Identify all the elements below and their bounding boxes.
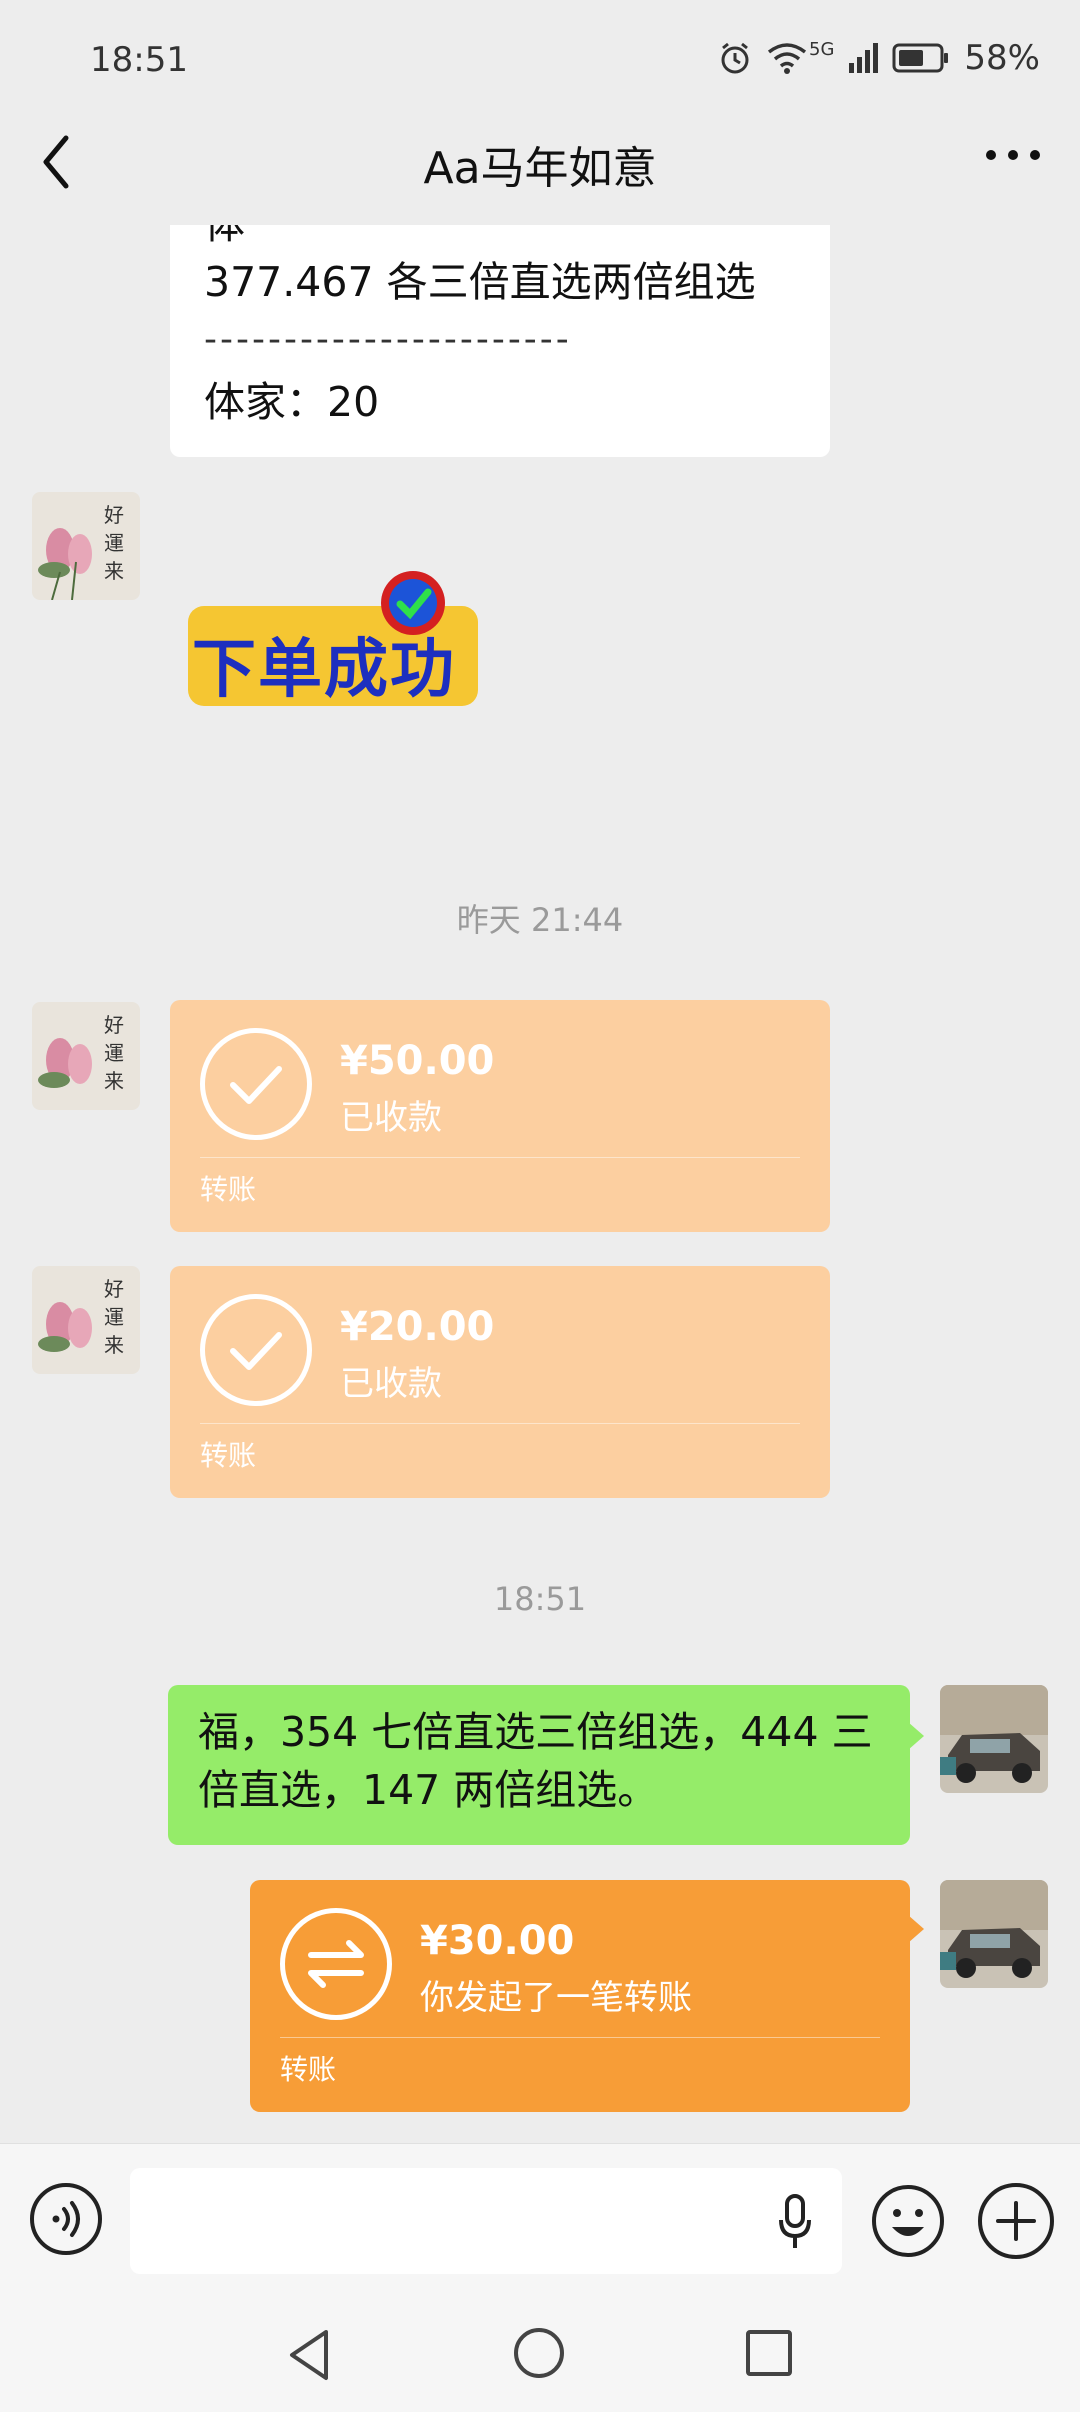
signal-icon: [849, 43, 879, 73]
transfer-card-received[interactable]: ¥20.00 已收款 转账: [170, 1266, 830, 1498]
status-time: 18:51: [90, 40, 188, 80]
mic-icon[interactable]: [778, 2194, 812, 2250]
bubble-tail: [908, 1722, 924, 1750]
check-circle-icon: [200, 1294, 312, 1406]
svg-text:運: 運: [104, 531, 124, 555]
transfer-amount: ¥30.00: [420, 1918, 575, 1964]
plus-icon[interactable]: [978, 2183, 1054, 2259]
transfer-label: 转账: [200, 1173, 257, 1206]
nav-home-icon[interactable]: [514, 2328, 564, 2378]
my-avatar[interactable]: [940, 1685, 1048, 1793]
message-line: 377.467 各三倍直选两倍组选: [204, 258, 756, 306]
nav-recent-icon[interactable]: [746, 2330, 792, 2376]
svg-text:好: 好: [104, 503, 124, 527]
transfer-amount: ¥20.00: [340, 1304, 495, 1350]
contact-avatar[interactable]: 好 運 来: [32, 1002, 140, 1110]
timestamp: 昨天 21:44: [456, 901, 624, 939]
message-line: 体家：20: [204, 378, 380, 426]
message-input[interactable]: [130, 2168, 842, 2274]
transfer-label: 转账: [280, 2053, 337, 2086]
emoji-icon[interactable]: [870, 2183, 946, 2259]
voice-icon[interactable]: [30, 2183, 102, 2255]
timestamp: 18:51: [493, 1580, 587, 1618]
order-success-sticker[interactable]: 下单成功: [186, 568, 486, 708]
transfer-amount: ¥50.00: [340, 1038, 495, 1084]
svg-text:来: 来: [104, 1333, 124, 1357]
sent-text-bubble[interactable]: 福，354 七倍直选三倍组选，444 三倍直选，147 两倍组选。: [168, 1685, 910, 1845]
transfer-arrows-icon: [280, 1908, 392, 2020]
check-circle-icon: [200, 1028, 312, 1140]
text-message-bubble[interactable]: 体 377.467 各三倍直选两倍组选 --------------------…: [170, 225, 830, 457]
my-avatar[interactable]: [940, 1880, 1048, 1988]
status-icons: 5G 58%: [717, 38, 1040, 78]
nav-back-icon[interactable]: [284, 2328, 334, 2382]
svg-text:来: 来: [104, 559, 124, 583]
divider: [200, 1157, 800, 1158]
transfer-card-sent[interactable]: ¥30.00 你发起了一笔转账 转账: [250, 1880, 910, 2112]
bubble-tail: [908, 1915, 924, 1943]
chat-title: Aa马年如意: [423, 143, 657, 194]
svg-text:運: 運: [104, 1305, 124, 1329]
battery-level: 58%: [964, 38, 1040, 78]
check-badge-icon: [381, 571, 445, 635]
more-dots-icon[interactable]: [986, 150, 1040, 160]
divider: [280, 2037, 880, 2038]
contact-avatar[interactable]: 好 運 来: [32, 1266, 140, 1374]
transfer-label: 转账: [200, 1439, 257, 1472]
divider: [200, 1423, 800, 1424]
svg-text:来: 来: [104, 1069, 124, 1093]
transfer-status: 已收款: [340, 1364, 442, 1404]
contact-avatar[interactable]: 好 運 来: [32, 492, 140, 600]
transfer-status: 已收款: [340, 1098, 442, 1138]
message-line-partial: 体: [204, 225, 796, 253]
transfer-card-received[interactable]: ¥50.00 已收款 转账: [170, 1000, 830, 1232]
svg-text:好: 好: [104, 1277, 124, 1301]
svg-text:好: 好: [104, 1013, 124, 1037]
wifi-icon: [767, 43, 807, 74]
message-dashes: -----------------------: [204, 319, 572, 360]
svg-text:運: 運: [104, 1041, 124, 1065]
battery-icon: [892, 43, 949, 73]
network-type: 5G: [809, 38, 835, 60]
transfer-status: 你发起了一笔转账: [420, 1978, 692, 2018]
alarm-icon: [721, 42, 749, 74]
